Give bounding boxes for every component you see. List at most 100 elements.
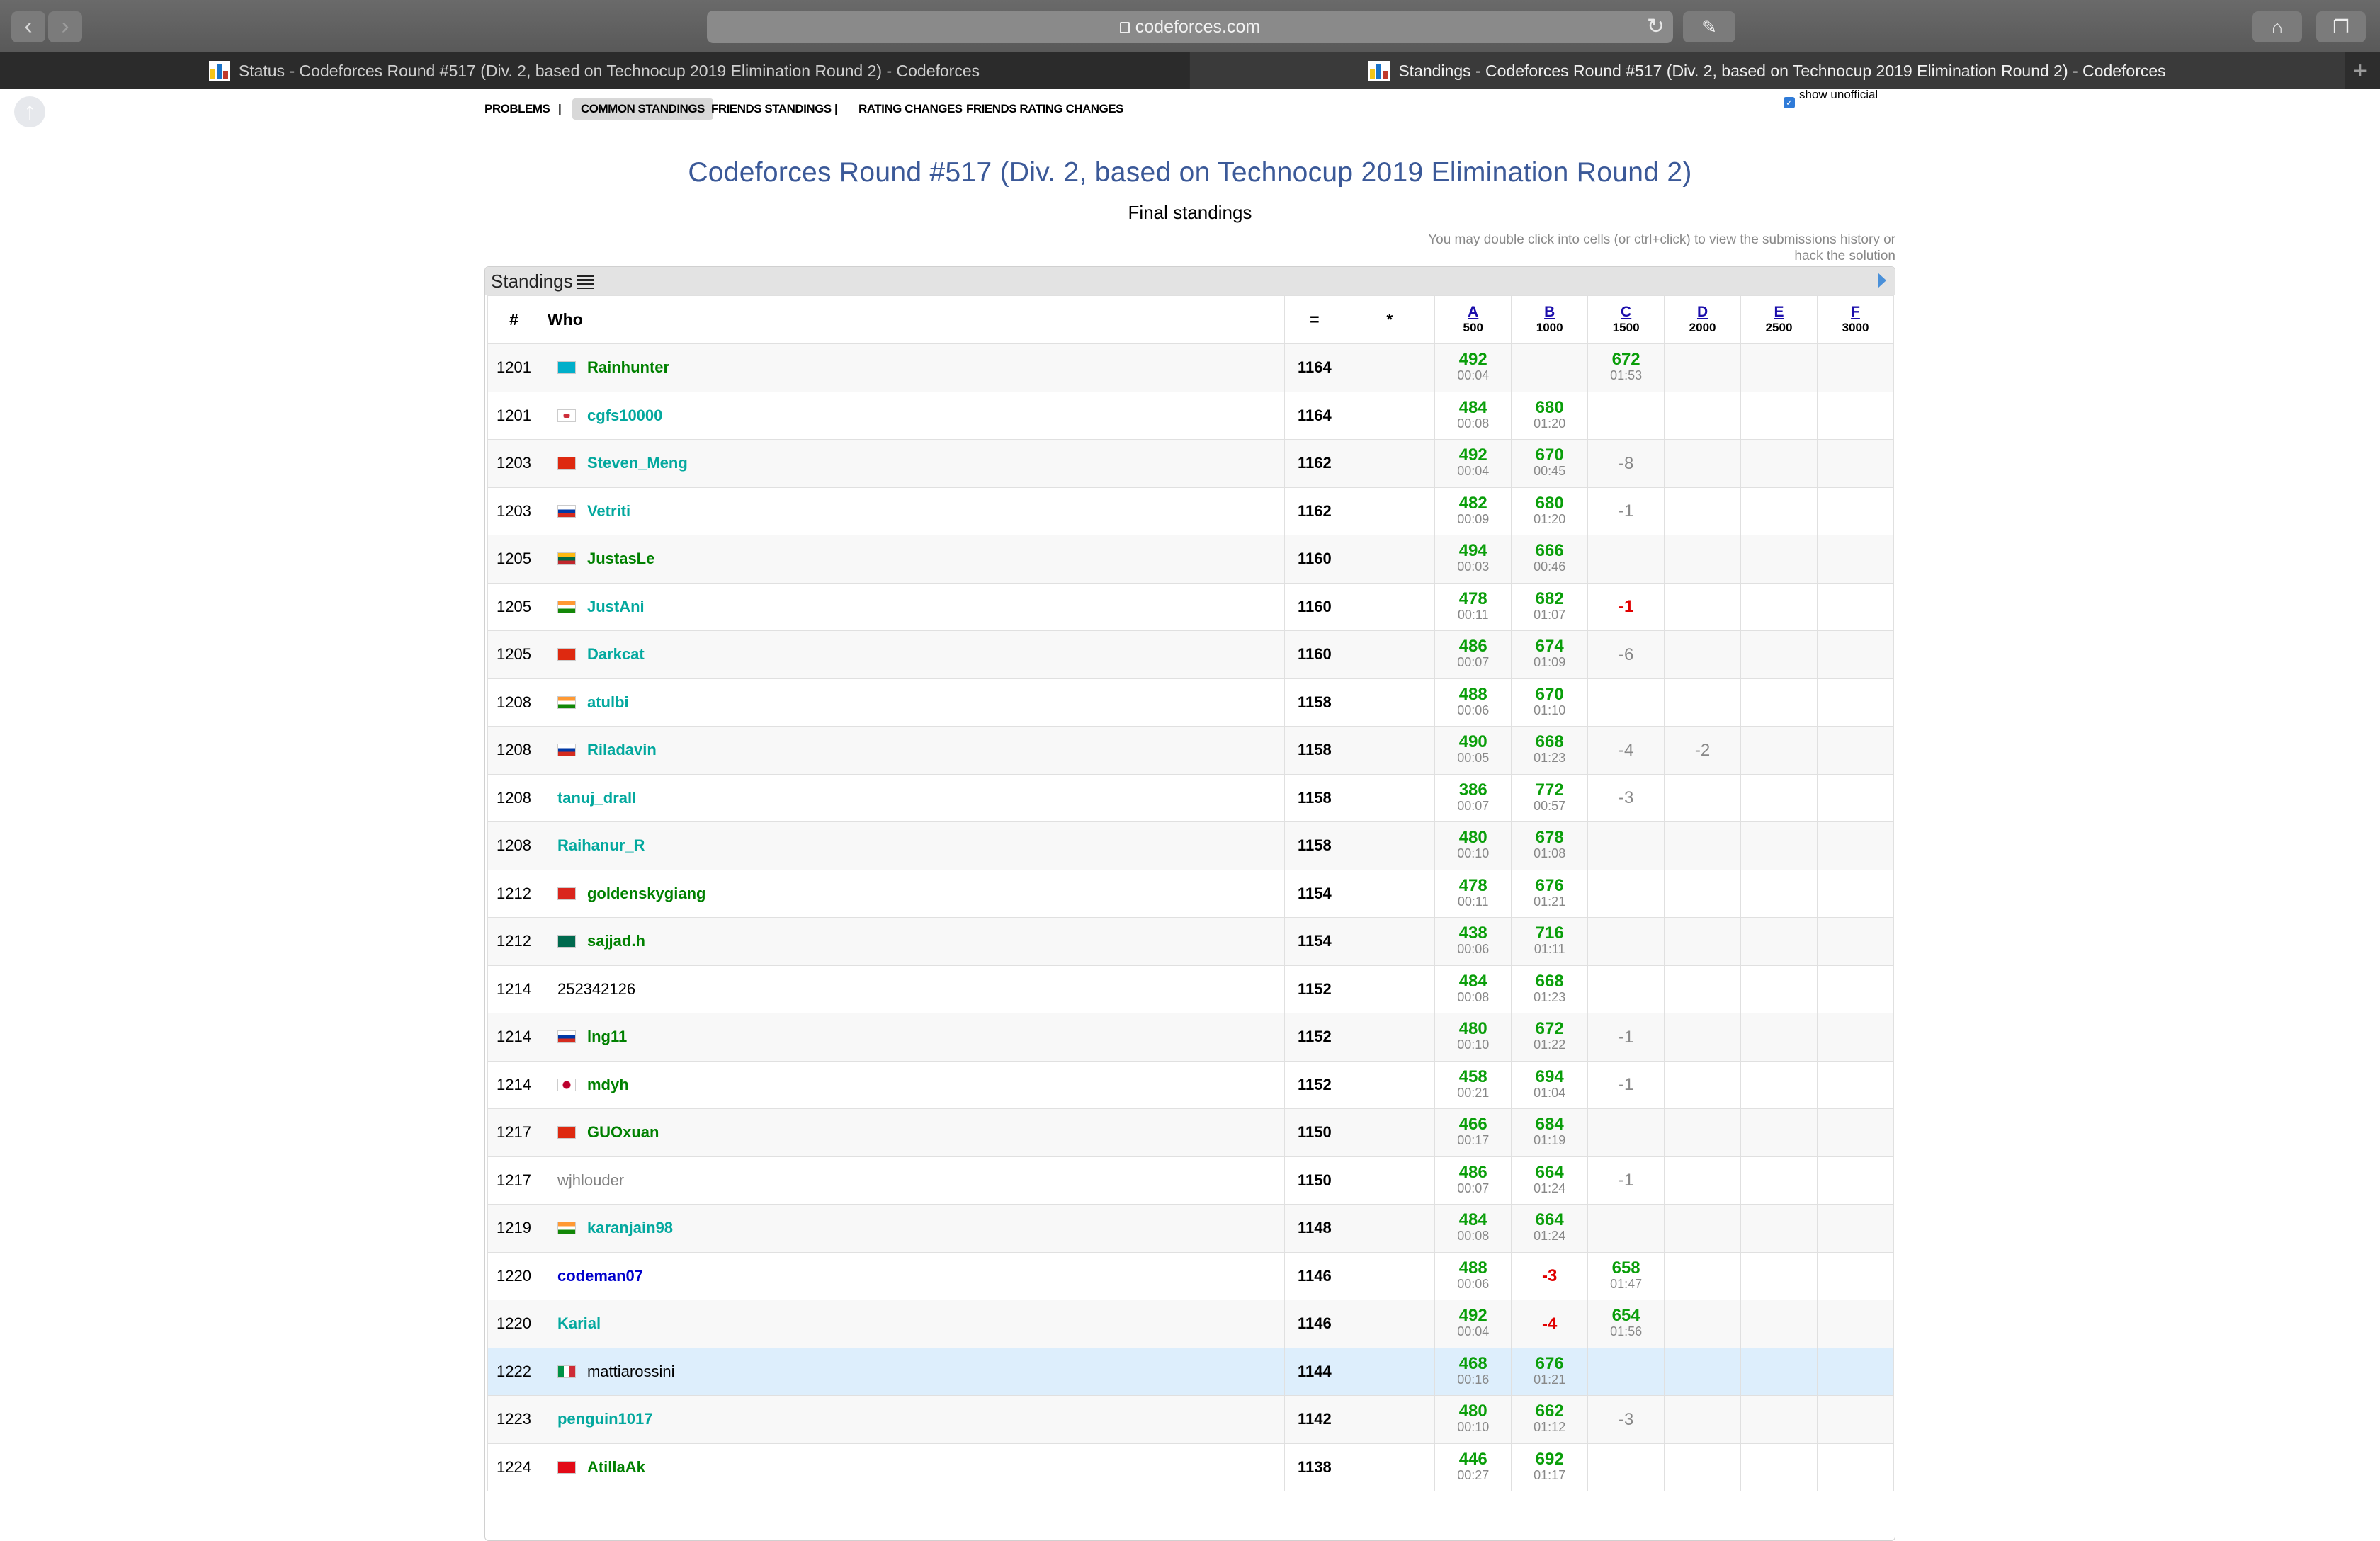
problem-a-cell[interactable]: 446 00:27 — [1434, 1443, 1512, 1491]
problem-d-header[interactable]: D 2000 — [1664, 295, 1742, 344]
problem-b-cell[interactable]: 664 01:24 — [1511, 1156, 1589, 1205]
problem-b-cell[interactable]: 680 01:20 — [1511, 487, 1589, 535]
problem-c-cell[interactable]: -3 — [1587, 773, 1665, 822]
problem-e-cell[interactable] — [1740, 535, 1818, 584]
problem-d-cell[interactable] — [1664, 1347, 1742, 1396]
problem-c-cell[interactable] — [1587, 869, 1665, 918]
problem-c-cell[interactable]: -1 — [1587, 582, 1665, 631]
problem-f-cell[interactable] — [1816, 630, 1895, 679]
problem-b-cell[interactable]: 684 01:19 — [1511, 1108, 1589, 1157]
participant-handle[interactable]: wjhlouder — [557, 1171, 624, 1189]
problem-f-cell[interactable] — [1816, 821, 1895, 870]
participant-handle[interactable]: Riladavin — [587, 741, 657, 758]
problem-e-cell[interactable] — [1740, 630, 1818, 679]
new-tab-button[interactable]: + — [2346, 52, 2374, 89]
menu-rating-changes[interactable]: RATING CHANGES — [858, 95, 963, 123]
participant-handle[interactable]: mdyh — [587, 1076, 629, 1093]
problem-b-cell[interactable]: 664 01:24 — [1511, 1204, 1589, 1253]
problem-e-cell[interactable] — [1740, 726, 1818, 775]
problem-a-cell[interactable]: 438 00:06 — [1434, 917, 1512, 966]
problem-c-cell[interactable]: 672 01:53 — [1587, 343, 1665, 392]
problem-f-cell[interactable] — [1816, 1443, 1895, 1491]
problem-b-cell[interactable]: 662 01:12 — [1511, 1395, 1589, 1444]
participant-handle[interactable]: mattiarossini — [587, 1363, 674, 1380]
problem-d-cell[interactable] — [1664, 1204, 1742, 1253]
participant-handle[interactable]: atulbi — [587, 693, 629, 711]
problem-b-cell[interactable]: 672 01:22 — [1511, 1013, 1589, 1062]
problem-a-cell[interactable]: 482 00:09 — [1434, 487, 1512, 535]
problem-f-cell[interactable] — [1816, 726, 1895, 775]
show-unofficial-toggle[interactable]: ✓ show unofficial — [1784, 88, 1878, 108]
contest-title[interactable]: Codeforces Round #517 (Div. 2, based on … — [484, 157, 1896, 188]
problem-c-cell[interactable]: -8 — [1587, 439, 1665, 488]
problem-f-header[interactable]: F 3000 — [1816, 295, 1895, 344]
reader-icon[interactable]: ✎ — [1683, 11, 1735, 42]
problem-f-cell[interactable] — [1816, 965, 1895, 1013]
problem-b-cell[interactable]: 670 01:10 — [1511, 678, 1589, 727]
problem-c-cell[interactable] — [1587, 1347, 1665, 1396]
problem-c-cell[interactable]: -1 — [1587, 1156, 1665, 1205]
problem-f-cell[interactable] — [1816, 1013, 1895, 1062]
problem-e-cell[interactable] — [1740, 1300, 1818, 1348]
problem-d-cell[interactable] — [1664, 917, 1742, 966]
problem-e-cell[interactable] — [1740, 917, 1818, 966]
scroll-up-icon[interactable]: ↑ — [14, 96, 45, 127]
problem-d-cell[interactable] — [1664, 582, 1742, 631]
problem-c-cell[interactable]: 658 01:47 — [1587, 1251, 1665, 1300]
problem-d-link[interactable]: D — [1665, 304, 1740, 320]
tabs-overview-icon[interactable]: ❐ — [2316, 11, 2366, 42]
participant-handle[interactable]: penguin1017 — [557, 1410, 652, 1428]
problem-d-cell[interactable] — [1664, 1300, 1742, 1348]
problem-e-cell[interactable] — [1740, 965, 1818, 1013]
problem-a-cell[interactable]: 458 00:21 — [1434, 1060, 1512, 1109]
problem-f-cell[interactable] — [1816, 1347, 1895, 1396]
problem-d-cell[interactable] — [1664, 1156, 1742, 1205]
problem-a-header[interactable]: A 500 — [1434, 295, 1512, 344]
menu-friends-standings[interactable]: FRIENDS STANDINGS — [711, 95, 832, 123]
problem-d-cell[interactable] — [1664, 773, 1742, 822]
problem-a-cell[interactable]: 494 00:03 — [1434, 535, 1512, 584]
problem-b-cell[interactable]: 674 01:09 — [1511, 630, 1589, 679]
problem-d-cell[interactable] — [1664, 869, 1742, 918]
problem-b-cell[interactable]: 680 01:20 — [1511, 391, 1589, 440]
problem-b-cell[interactable]: 678 01:08 — [1511, 821, 1589, 870]
problem-f-cell[interactable] — [1816, 1395, 1895, 1444]
problem-c-cell[interactable]: -3 — [1587, 1395, 1665, 1444]
problem-d-cell[interactable] — [1664, 439, 1742, 488]
problem-a-cell[interactable]: 490 00:05 — [1434, 726, 1512, 775]
problem-a-cell[interactable]: 492 00:04 — [1434, 1300, 1512, 1348]
problem-d-cell[interactable] — [1664, 1013, 1742, 1062]
participant-handle[interactable]: AtillaAk — [587, 1458, 645, 1476]
participant-handle[interactable]: cgfs10000 — [587, 406, 662, 424]
problem-e-cell[interactable] — [1740, 1347, 1818, 1396]
problem-e-cell[interactable] — [1740, 1251, 1818, 1300]
problem-c-cell[interactable] — [1587, 821, 1665, 870]
menu-problems[interactable]: PROBLEMS — [484, 95, 550, 123]
problem-a-cell[interactable]: 486 00:07 — [1434, 630, 1512, 679]
problem-a-cell[interactable]: 478 00:11 — [1434, 582, 1512, 631]
problem-b-header[interactable]: B 1000 — [1511, 295, 1589, 344]
problem-c-cell[interactable]: -1 — [1587, 1013, 1665, 1062]
problem-e-cell[interactable] — [1740, 582, 1818, 631]
problem-e-cell[interactable] — [1740, 1060, 1818, 1109]
problem-d-cell[interactable] — [1664, 1108, 1742, 1157]
participant-handle[interactable]: lng11 — [587, 1028, 627, 1045]
problem-a-cell[interactable]: 480 00:10 — [1434, 1013, 1512, 1062]
problem-e-cell[interactable] — [1740, 1204, 1818, 1253]
problem-c-cell[interactable] — [1587, 917, 1665, 966]
problem-b-cell[interactable]: 676 01:21 — [1511, 1347, 1589, 1396]
problem-e-link[interactable]: E — [1741, 304, 1817, 320]
participant-handle[interactable]: codeman07 — [557, 1267, 643, 1285]
participant-handle[interactable]: karanjain98 — [587, 1219, 673, 1236]
problem-b-cell[interactable]: 694 01:04 — [1511, 1060, 1589, 1109]
problem-e-cell[interactable] — [1740, 1156, 1818, 1205]
problem-b-cell[interactable]: 668 01:23 — [1511, 726, 1589, 775]
problem-d-cell[interactable] — [1664, 487, 1742, 535]
problem-a-cell[interactable]: 492 00:04 — [1434, 343, 1512, 392]
problem-e-cell[interactable] — [1740, 343, 1818, 392]
problem-b-cell[interactable]: 682 01:07 — [1511, 582, 1589, 631]
problem-d-cell[interactable] — [1664, 1443, 1742, 1491]
problem-c-cell[interactable]: 654 01:56 — [1587, 1300, 1665, 1348]
problem-b-cell[interactable]: 668 01:23 — [1511, 965, 1589, 1013]
participant-handle[interactable]: goldenskygiang — [587, 885, 706, 902]
